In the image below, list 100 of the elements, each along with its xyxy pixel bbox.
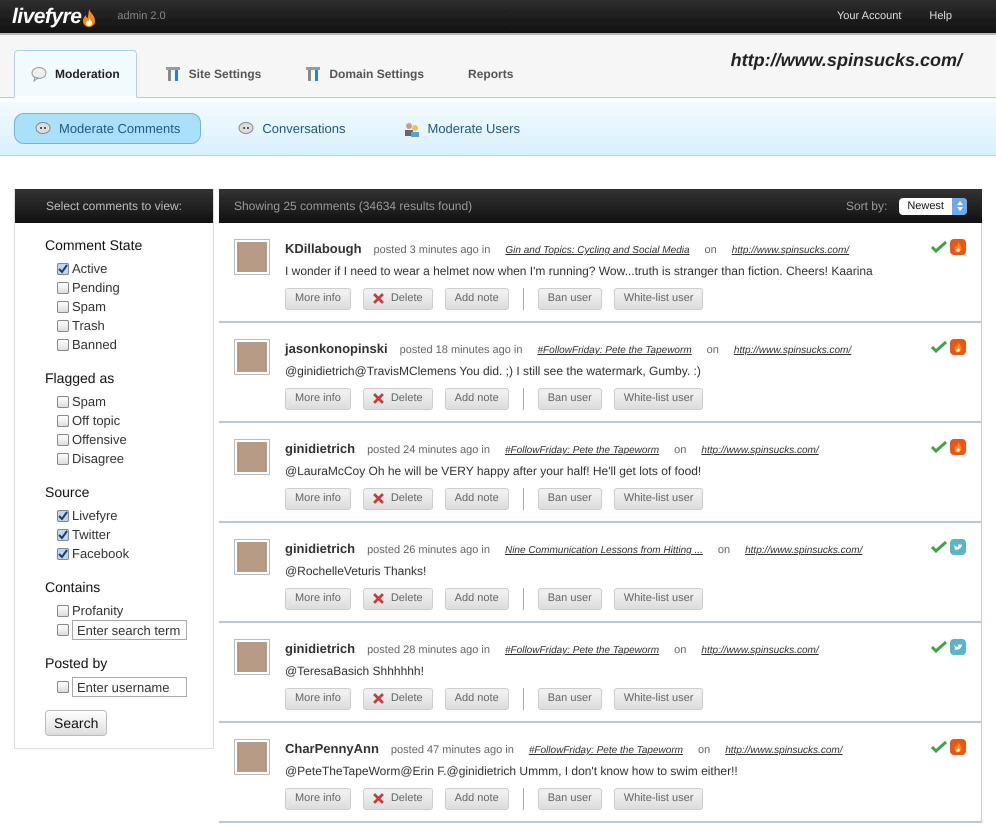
quote-bubble-icon — [238, 120, 254, 136]
action-button[interactable]: Delete — [362, 788, 433, 810]
action-button[interactable]: Add note — [444, 388, 509, 410]
action-button[interactable]: White-list user — [614, 688, 704, 710]
action-button[interactable]: White-list user — [614, 788, 704, 810]
checkbox-label: Active — [72, 260, 108, 278]
checkbox[interactable] — [57, 434, 69, 446]
action-button[interactable]: Add note — [444, 688, 509, 710]
nav-tab[interactable]: Site Settings — [148, 50, 278, 98]
posted-time: posted 18 minutes ago in — [400, 343, 522, 358]
action-button[interactable]: Add note — [444, 288, 509, 310]
site-link[interactable]: http://www.spinsucks.com/ — [725, 743, 842, 758]
input-field[interactable]: Enter search term — [72, 620, 187, 640]
checkbox[interactable] — [57, 453, 69, 465]
action-button[interactable]: Delete — [362, 688, 433, 710]
flame-icon — [953, 441, 963, 453]
action-button[interactable]: More info — [285, 488, 351, 510]
action-button[interactable]: Delete — [362, 388, 433, 410]
action-button[interactable]: More info — [285, 688, 351, 710]
checkbox-label: Pending — [72, 279, 120, 298]
sub-nav-item[interactable]: Moderate Comments — [14, 113, 202, 144]
conversation-link[interactable]: #FollowFriday: Pete the Tapeworm — [528, 743, 683, 758]
nav-tab[interactable]: Moderation — [14, 50, 137, 98]
input-field[interactable]: Enter username — [72, 677, 187, 697]
filter-heading: Source — [45, 483, 90, 502]
username[interactable]: ginidietrich — [285, 639, 356, 658]
site-link[interactable]: http://www.spinsucks.com/ — [701, 443, 819, 458]
sort-select[interactable]: Newest — [899, 198, 967, 214]
sub-nav-item[interactable]: Conversations — [217, 113, 366, 144]
action-button[interactable]: Ban user — [538, 588, 602, 610]
checkbox[interactable] — [57, 282, 69, 294]
username[interactable]: ginidietrich — [285, 539, 356, 558]
x-icon — [372, 693, 384, 704]
site-link[interactable]: http://www.spinsucks.com/ — [701, 643, 819, 658]
nav-tab[interactable]: Reports — [452, 50, 530, 98]
username[interactable]: CharPennyAnn — [285, 739, 379, 758]
action-button[interactable]: Ban user — [538, 788, 602, 810]
checkbox[interactable] — [57, 339, 69, 351]
action-button[interactable]: White-list user — [614, 488, 704, 510]
logo[interactable]: livefyre — [12, 0, 98, 32]
x-icon — [372, 593, 384, 604]
action-button[interactable]: More info — [285, 588, 351, 610]
site-link[interactable]: http://www.spinsucks.com/ — [734, 343, 852, 358]
tools-icon — [305, 66, 322, 82]
comment-text: @LauraMcCoy Oh he will be VERY happy after your half! He'll get lots of food! — [285, 462, 702, 480]
search-button[interactable]: Search — [45, 710, 108, 736]
site-link[interactable]: http://www.spinsucks.com/ — [732, 243, 850, 258]
checkbox[interactable] — [57, 301, 69, 313]
checkbox[interactable] — [57, 510, 69, 522]
flame-icon — [953, 241, 963, 253]
checkbox-label: Trash — [72, 317, 105, 336]
action-button[interactable]: White-list user — [614, 588, 704, 610]
action-button[interactable]: More info — [285, 288, 351, 310]
action-button[interactable]: White-list user — [614, 288, 704, 310]
avatar-photo — [234, 639, 270, 675]
checkbox[interactable] — [57, 396, 69, 408]
action-button[interactable]: Delete — [362, 588, 433, 610]
checkbox[interactable] — [57, 529, 69, 541]
action-button[interactable]: Add note — [444, 788, 509, 810]
conversation-link[interactable]: Gin and Topics: Cycling and Social Media — [505, 243, 690, 258]
conversation-link[interactable]: #FollowFriday: Pete the Tapeworm — [538, 343, 692, 358]
x-icon — [372, 793, 384, 804]
action-button[interactable]: Delete — [362, 288, 433, 310]
conversation-link[interactable]: #FollowFriday: Pete the Tapeworm — [504, 443, 660, 458]
posted-time: posted 24 minutes ago in — [367, 443, 490, 458]
top-link[interactable]: Help — [929, 8, 952, 25]
username[interactable]: jasonkonopinski — [285, 339, 388, 358]
username[interactable]: ginidietrich — [285, 439, 356, 458]
action-button[interactable]: Add note — [444, 588, 509, 610]
x-icon — [372, 293, 384, 304]
checkbox[interactable] — [57, 320, 69, 332]
checkbox-label: Off topic — [72, 412, 120, 430]
checkbox[interactable] — [57, 624, 69, 636]
sub-nav-item[interactable]: Moderate Users — [382, 113, 541, 144]
action-button[interactable]: Delete — [362, 488, 433, 510]
site-url: http://www.spinsucks.com/ — [730, 48, 962, 72]
checkbox[interactable] — [57, 681, 69, 693]
site-link[interactable]: http://www.spinsucks.com/ — [745, 543, 862, 558]
checkbox[interactable] — [57, 548, 69, 560]
action-button[interactable]: Ban user — [538, 288, 602, 310]
action-button[interactable]: Ban user — [538, 688, 602, 710]
posted-time: posted 47 minutes ago in — [390, 743, 514, 758]
conversation-link[interactable]: #FollowFriday: Pete the Tapeworm — [504, 643, 660, 658]
checkbox-label: Twitter — [72, 526, 110, 544]
username[interactable]: KDillabough — [285, 239, 362, 258]
conversation-link[interactable]: Nine Communication Lessons from Hitting ... — [504, 543, 703, 558]
checkbox[interactable] — [57, 605, 69, 617]
x-icon — [372, 393, 384, 404]
nav-tab[interactable]: Domain Settings — [289, 50, 440, 98]
checkbox[interactable] — [57, 415, 69, 427]
action-button[interactable]: More info — [285, 788, 351, 810]
quote-bubble-icon — [35, 120, 51, 136]
checkbox[interactable] — [57, 263, 69, 275]
checkbox-label: Banned — [72, 336, 117, 354]
action-button[interactable]: More info — [285, 388, 351, 410]
action-button[interactable]: White-list user — [614, 388, 704, 410]
action-button[interactable]: Ban user — [538, 388, 602, 410]
action-button[interactable]: Add note — [444, 488, 509, 510]
top-link[interactable]: Your Account — [836, 8, 902, 25]
action-button[interactable]: Ban user — [538, 488, 602, 510]
